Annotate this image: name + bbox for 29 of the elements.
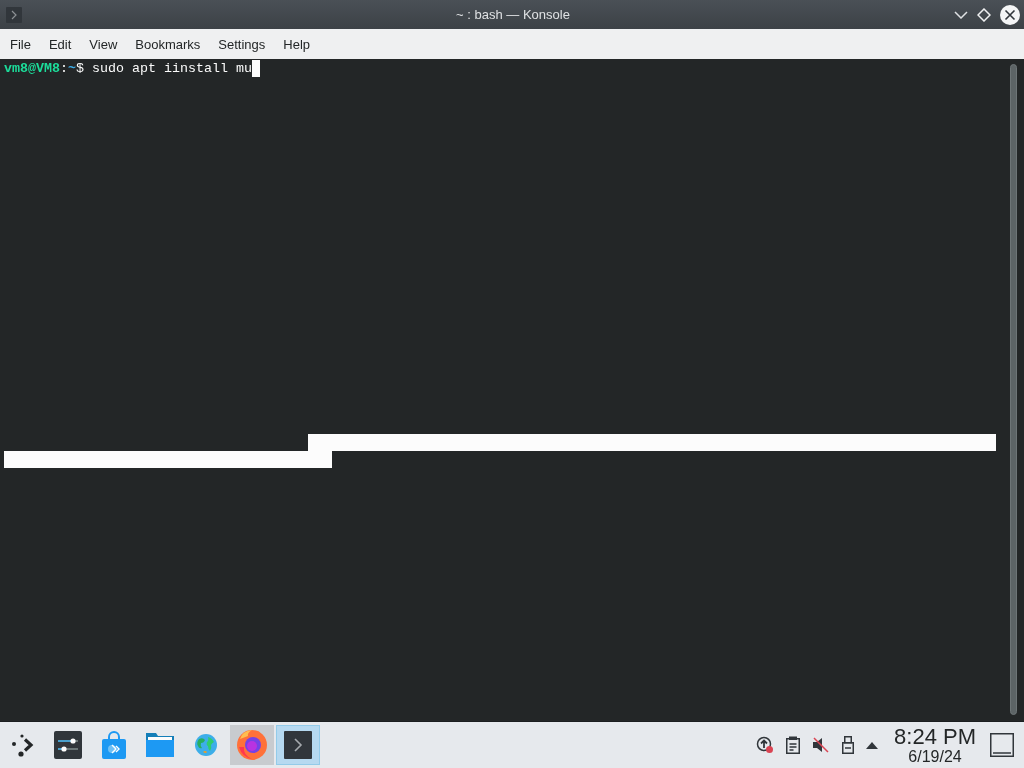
taskbar-button[interactable] — [276, 725, 320, 765]
sliders-icon — [54, 731, 82, 759]
menu-item[interactable]: File — [1, 32, 40, 56]
browser-icon — [236, 729, 268, 761]
menu-item[interactable]: View — [80, 32, 127, 56]
terminal-icon — [284, 731, 312, 759]
menu-item[interactable]: Bookmarks — [126, 32, 210, 56]
close-icon[interactable] — [1000, 4, 1020, 25]
dots-chevron-icon — [10, 733, 35, 757]
window-title: ~ : bash — Konsole — [456, 7, 570, 22]
speaker-icon[interactable] — [812, 736, 831, 754]
clipboard-icon[interactable] — [786, 736, 801, 754]
bag-icon — [101, 731, 127, 759]
menu-item[interactable]: Edit — [39, 32, 81, 56]
scrollbar-thumb[interactable] — [1010, 64, 1017, 715]
usb-drive-icon[interactable] — [842, 736, 855, 754]
terminal-icon[interactable] — [6, 6, 22, 23]
globe-icon — [194, 733, 218, 757]
clock-time: 8:24 PM — [894, 724, 976, 748]
menu-item[interactable]: Settings — [209, 32, 275, 56]
update-icon[interactable] — [756, 736, 775, 754]
screen-icon[interactable] — [990, 733, 1014, 757]
diamond-icon[interactable] — [977, 7, 991, 22]
chevron-down-icon[interactable] — [954, 10, 968, 19]
folder-icon — [145, 732, 175, 758]
clock-date: 6/19/24 — [908, 747, 962, 766]
triangle-up-icon[interactable] — [866, 741, 879, 749]
terminal-line: vm8@VM8:~$ sudo apt iinstall mu — [4, 60, 252, 77]
menu-item[interactable]: Help — [274, 32, 320, 56]
